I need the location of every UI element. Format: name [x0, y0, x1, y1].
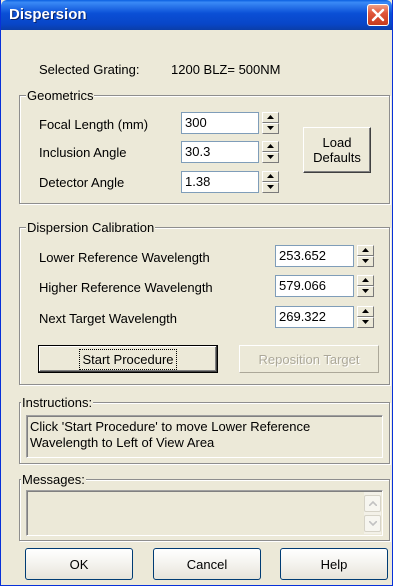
higher-reference-spinner[interactable]: [357, 275, 374, 297]
close-button[interactable]: [367, 4, 389, 26]
lower-reference-label: Lower Reference Wavelength: [39, 250, 210, 265]
arrow-up-icon: [362, 309, 369, 313]
instructions-line-1: Click 'Start Procedure' to move Lower Re…: [30, 419, 311, 434]
reposition-target-label: Reposition Target: [258, 351, 360, 367]
title-bar[interactable]: Dispersion: [1, 0, 392, 30]
scroll-up-icon: [369, 501, 377, 506]
messages-text-area[interactable]: [26, 490, 383, 536]
instructions-line-2: Wavelength to Left of View Area: [30, 435, 215, 450]
spin-up-button[interactable]: [357, 275, 374, 286]
spin-up-button[interactable]: [357, 245, 374, 256]
close-icon: [371, 8, 385, 22]
focal-length-field[interactable]: 300: [181, 112, 259, 134]
lower-reference-spinner[interactable]: [357, 245, 374, 267]
scroll-down-icon: [369, 521, 377, 526]
next-target-label: Next Target Wavelength: [39, 311, 178, 326]
ok-label: OK: [69, 556, 89, 572]
spin-down-button[interactable]: [357, 286, 374, 297]
focal-length-spinner[interactable]: [262, 112, 279, 134]
help-button[interactable]: Help: [280, 548, 388, 580]
higher-reference-field[interactable]: 579.066: [275, 275, 354, 297]
arrow-down-icon: [267, 126, 274, 130]
arrow-up-icon: [267, 115, 274, 119]
geometrics-group: Geometrics Focal Length (mm) 300 Inclusi…: [19, 88, 390, 204]
reposition-target-button[interactable]: Reposition Target: [239, 345, 379, 373]
spin-up-button[interactable]: [262, 112, 279, 123]
scroll-up-button[interactable]: [364, 495, 381, 512]
arrow-up-icon: [267, 174, 274, 178]
window-title: Dispersion: [9, 6, 87, 23]
spin-down-button[interactable]: [357, 317, 374, 328]
selected-grating-label: Selected Grating:: [39, 62, 140, 77]
arrow-down-icon: [267, 155, 274, 159]
instructions-text-area: Click 'Start Procedure' to move Lower Re…: [26, 415, 383, 458]
cancel-button[interactable]: Cancel: [153, 548, 261, 580]
geometrics-legend: Geometrics: [26, 88, 95, 103]
messages-scrollbar[interactable]: [364, 492, 381, 534]
instructions-legend: Instructions:: [21, 395, 94, 410]
spin-down-button[interactable]: [262, 123, 279, 134]
load-defaults-line2: Defaults: [313, 150, 361, 165]
next-target-field[interactable]: 269.322: [275, 306, 354, 328]
inclusion-angle-label: Inclusion Angle: [39, 145, 127, 160]
arrow-down-icon: [362, 320, 369, 324]
arrow-down-icon: [362, 259, 369, 263]
detector-angle-label: Detector Angle: [39, 175, 125, 190]
start-procedure-label: Start Procedure: [79, 348, 177, 370]
dispersion-dialog: Dispersion Selected Grating: 1200 BLZ= 5…: [0, 0, 393, 586]
load-defaults-button[interactable]: Load Defaults: [303, 127, 371, 173]
arrow-down-icon: [362, 289, 369, 293]
spin-up-button[interactable]: [357, 306, 374, 317]
spin-down-button[interactable]: [357, 256, 374, 267]
inclusion-angle-spinner[interactable]: [262, 141, 279, 163]
scroll-down-button[interactable]: [364, 515, 381, 532]
detector-angle-spinner[interactable]: [262, 171, 279, 193]
ok-button[interactable]: OK: [25, 548, 133, 580]
arrow-up-icon: [267, 144, 274, 148]
next-target-spinner[interactable]: [357, 306, 374, 328]
higher-reference-label: Higher Reference Wavelength: [39, 280, 213, 295]
spin-down-button[interactable]: [262, 182, 279, 193]
arrow-up-icon: [362, 278, 369, 282]
focal-length-label: Focal Length (mm): [39, 117, 149, 132]
arrow-up-icon: [362, 248, 369, 252]
inclusion-angle-field[interactable]: 30.3: [181, 141, 259, 163]
detector-angle-field[interactable]: 1.38: [181, 171, 259, 193]
messages-group: Messages:: [19, 472, 390, 541]
spin-up-button[interactable]: [262, 141, 279, 152]
load-defaults-line1: Load: [322, 135, 352, 150]
spin-down-button[interactable]: [262, 152, 279, 163]
instructions-group: Instructions: Click 'Start Procedure' to…: [19, 395, 390, 464]
lower-reference-field[interactable]: 253.652: [275, 245, 354, 267]
help-label: Help: [320, 556, 348, 572]
start-procedure-button[interactable]: Start Procedure: [38, 345, 218, 373]
spin-up-button[interactable]: [262, 171, 279, 182]
dispersion-calibration-legend: Dispersion Calibration: [26, 220, 156, 235]
dispersion-calibration-group: Dispersion Calibration Lower Reference W…: [19, 220, 390, 385]
messages-legend: Messages:: [21, 472, 86, 487]
cancel-label: Cancel: [186, 556, 228, 572]
arrow-down-icon: [267, 185, 274, 189]
selected-grating-value: 1200 BLZ= 500NM: [171, 62, 281, 77]
